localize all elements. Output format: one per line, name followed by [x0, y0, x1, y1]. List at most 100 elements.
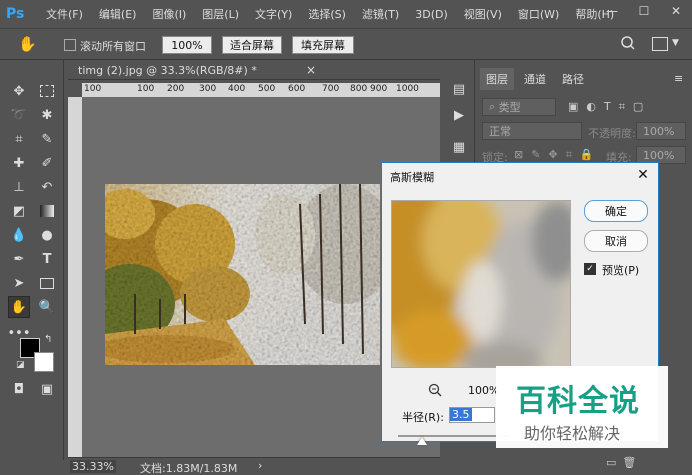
hand-tool-icon[interactable]: ✋: [8, 296, 30, 318]
radius-slider-track[interactable]: [398, 435, 508, 437]
radius-value: 3.5: [450, 408, 472, 421]
eyedropper-tool-icon[interactable]: ✎: [36, 128, 58, 150]
menu-3d[interactable]: 3D(D): [415, 8, 448, 21]
opacity-field[interactable]: 100%: [636, 122, 686, 140]
watermark: 百科全说 助你轻松解决: [496, 366, 668, 448]
move-tool-icon[interactable]: ✥: [8, 80, 30, 102]
history-panel-icon[interactable]: ▤: [448, 78, 470, 100]
document-image[interactable]: [105, 184, 380, 365]
actions-panel-icon[interactable]: ▶: [448, 104, 470, 126]
document-tab-title: timg (2).jpg @ 33.3%(RGB/8#) *: [78, 64, 257, 77]
blur-tool-icon[interactable]: 💧: [8, 224, 30, 246]
search-icon[interactable]: [620, 35, 640, 55]
mini-panel-dock: ▤ ▶ ▦: [443, 60, 475, 170]
screen-mode-icon[interactable]: ▣: [36, 378, 58, 400]
menu-image[interactable]: 图像(I): [152, 6, 186, 22]
toolbox: ✥ ➰ ✱ ⌗ ✎ ✚ ✐ ⊥ ↶ ◩ 💧 ● ✒ T ➤ ✋ 🔍 ••• ↰ …: [4, 60, 64, 460]
dialog-close-icon[interactable]: ✕: [634, 166, 652, 184]
tab-layers[interactable]: 图层: [480, 68, 514, 90]
ps-logo: Ps: [6, 6, 25, 22]
radius-slider-thumb[interactable]: [417, 437, 428, 445]
type-tool-icon[interactable]: T: [36, 248, 58, 270]
maximize-button[interactable]: ☐: [628, 0, 660, 22]
status-arrow-icon[interactable]: ›: [258, 459, 262, 472]
scroll-all-windows-checkbox[interactable]: [64, 39, 76, 51]
menu-filter[interactable]: 滤镜(T): [362, 6, 399, 22]
crop-tool-icon[interactable]: ⌗: [8, 128, 30, 150]
document-info: 文档:1.83M/1.83M: [140, 462, 238, 475]
zoom-level[interactable]: 33.33%: [70, 460, 116, 473]
menu-view[interactable]: 视图(V): [464, 6, 502, 22]
close-window-button[interactable]: ✕: [660, 0, 692, 22]
ruler-tick: 900: [370, 84, 388, 94]
ok-button[interactable]: 确定: [584, 200, 648, 222]
history-brush-tool-icon[interactable]: ↶: [36, 176, 58, 198]
default-colors-icon[interactable]: ◪: [16, 360, 25, 370]
zoom-100-button[interactable]: 100%: [162, 36, 212, 54]
menu-layer[interactable]: 图层(L): [202, 6, 239, 22]
menu-file[interactable]: 文件(F): [46, 6, 83, 22]
dodge-tool-icon[interactable]: ●: [36, 224, 58, 246]
ruler-tick: 1000: [396, 84, 419, 94]
radius-label: 半径(R):: [402, 411, 444, 424]
eraser-tool-icon[interactable]: ◩: [8, 200, 30, 222]
radius-input[interactable]: 3.5: [449, 407, 495, 423]
blur-preview[interactable]: [391, 200, 571, 368]
filter-icons[interactable]: ▣◐T⌗▢: [568, 100, 651, 114]
marquee-tool-icon[interactable]: [36, 80, 58, 102]
swap-colors-icon[interactable]: ↰: [44, 334, 52, 345]
lock-icons[interactable]: ⊠✎✥⌗🔒: [514, 148, 602, 162]
hand-tool-preset-icon[interactable]: ✋: [18, 35, 44, 55]
healing-brush-tool-icon[interactable]: ✚: [8, 152, 30, 174]
brush-tool-icon[interactable]: ✐: [36, 152, 58, 174]
zoom-out-icon[interactable]: [428, 383, 442, 397]
ruler-tick: 800: [350, 84, 368, 94]
cancel-button[interactable]: 取消: [584, 230, 648, 252]
menu-window[interactable]: 窗口(W): [518, 6, 559, 22]
vertical-ruler: [68, 97, 82, 457]
ruler-tick: 500: [258, 84, 276, 94]
rectangle-tool-icon[interactable]: [36, 272, 58, 294]
preview-checkbox[interactable]: ✓: [584, 263, 596, 275]
menu-select[interactable]: 选择(S): [308, 6, 346, 22]
magic-wand-tool-icon[interactable]: ✱: [36, 104, 58, 126]
workspace-dropdown-icon[interactable]: ▼: [672, 38, 679, 48]
clone-stamp-tool-icon[interactable]: ⊥: [8, 176, 30, 198]
blend-mode-select[interactable]: 正常: [482, 122, 582, 140]
properties-panel-icon[interactable]: ▦: [448, 136, 470, 158]
background-color-swatch[interactable]: [34, 352, 54, 372]
minimize-button[interactable]: —: [596, 0, 628, 22]
ruler-tick: 300: [199, 84, 217, 94]
layer-filter-select[interactable]: ⌕ 类型: [482, 98, 556, 116]
lasso-tool-icon[interactable]: ➰: [8, 104, 30, 126]
horizontal-ruler: 100 100 200 300 400 500 600 700 800 900 …: [82, 83, 440, 97]
ruler-tick: 400: [228, 84, 246, 94]
ruler-tick: 700: [322, 84, 340, 94]
document-close-icon[interactable]: ×: [306, 63, 316, 77]
options-bar: ✋ 滚动所有窗口 100% 适合屏幕 填充屏幕 ▼: [0, 28, 692, 60]
zoom-tool-icon[interactable]: 🔍: [36, 296, 58, 318]
ruler-tick: 100: [137, 84, 155, 94]
menu-bar: Ps 文件(F) 编辑(E) 图像(I) 图层(L) 文字(Y) 选择(S) 滤…: [0, 0, 692, 28]
quick-mask-icon[interactable]: ◘: [8, 378, 30, 400]
menu-type[interactable]: 文字(Y): [255, 6, 292, 22]
window-controls: — ☐ ✕: [596, 0, 692, 22]
pen-tool-icon[interactable]: ✒: [8, 248, 30, 270]
workspace-icon[interactable]: [652, 37, 668, 51]
panel-menu-icon[interactable]: ≡: [674, 72, 683, 85]
tab-paths[interactable]: 路径: [556, 68, 590, 90]
fill-screen-button[interactable]: 填充屏幕: [292, 36, 354, 54]
document-tab[interactable]: timg (2).jpg @ 33.3%(RGB/8#) * ×: [68, 60, 440, 80]
watermark-subtitle: 助你轻松解决: [524, 424, 621, 443]
path-selection-tool-icon[interactable]: ➤: [8, 272, 30, 294]
gradient-tool-icon[interactable]: [36, 200, 58, 222]
tab-channels[interactable]: 通道: [518, 68, 552, 90]
status-bar: 33.33% 文档:1.83M/1.83M ›: [68, 457, 440, 475]
ruler-tick: 600: [288, 84, 306, 94]
menu-edit[interactable]: 编辑(E): [99, 6, 137, 22]
layer-panel-bottom-icons[interactable]: ▭🗑: [606, 456, 642, 469]
filter-kind-label: 类型: [498, 101, 521, 114]
opacity-label: 不透明度:: [588, 127, 636, 140]
preview-label: 预览(P): [602, 264, 640, 277]
fit-screen-button[interactable]: 适合屏幕: [222, 36, 282, 54]
